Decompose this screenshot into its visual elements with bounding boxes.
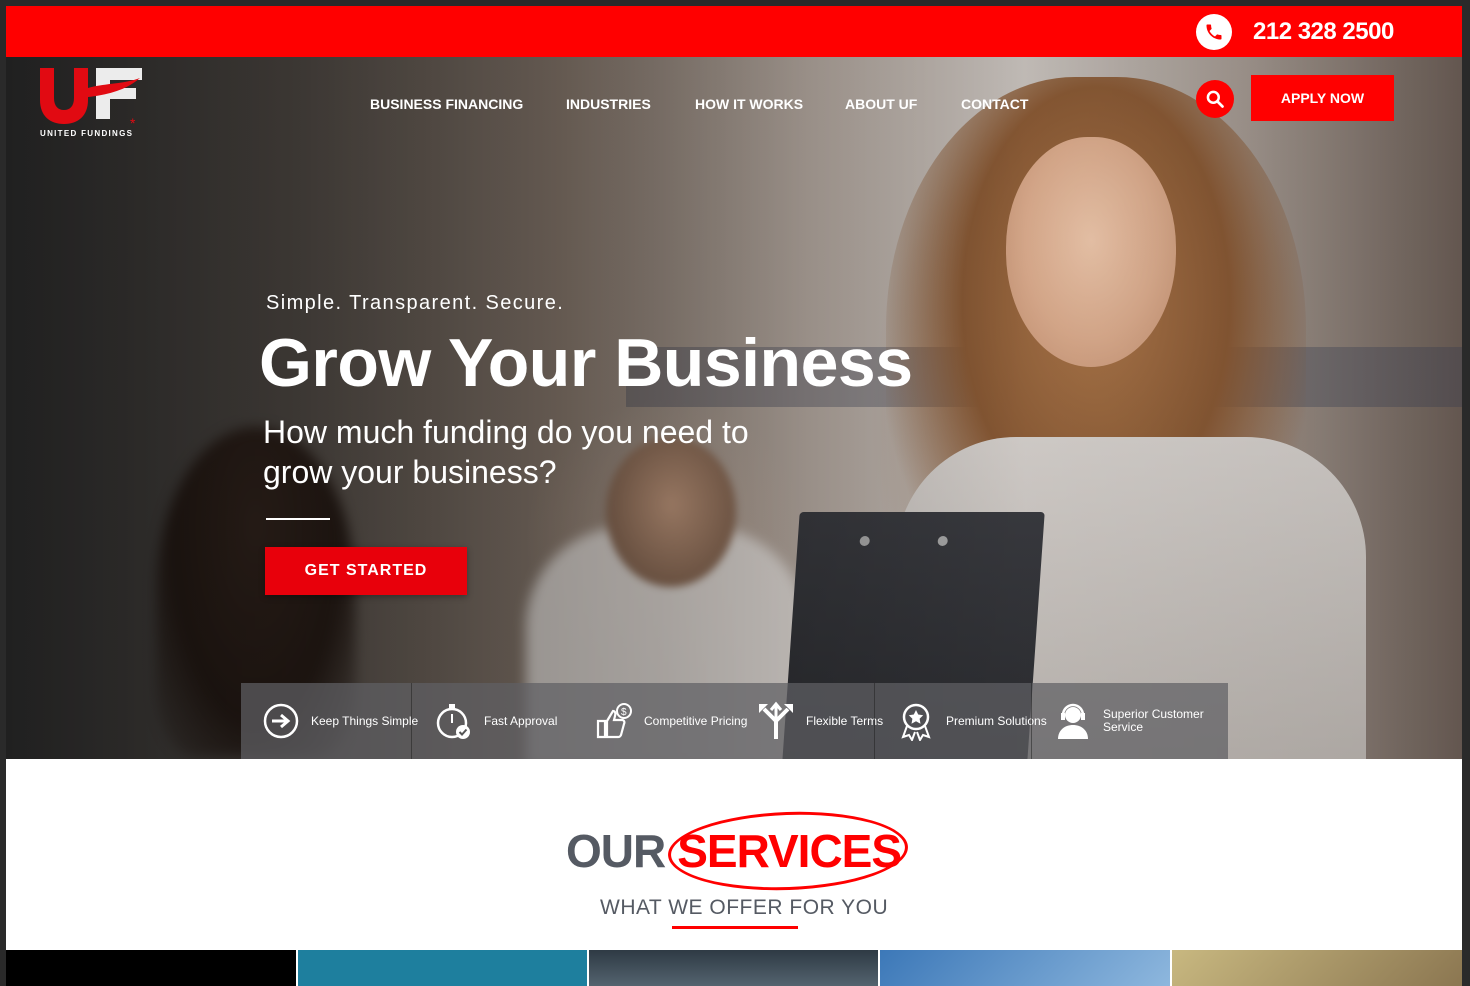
feature-label: Keep Things Simple: [311, 713, 419, 728]
services-title: OUR SERVICES: [566, 824, 902, 878]
feature-keep-things-simple: Keep Things Simple: [261, 683, 421, 759]
hero-headline: Grow Your Business: [259, 325, 913, 401]
service-tile-3[interactable]: [589, 950, 878, 986]
svg-text:$: $: [621, 707, 627, 718]
feature-label: Competitive Pricing: [644, 713, 748, 728]
feature-premium-solutions: Premium Solutions: [896, 683, 1056, 759]
headset-agent-icon: [1053, 701, 1093, 741]
feature-divider: [874, 683, 875, 759]
services-underline: [672, 926, 798, 929]
nav-business-financing[interactable]: BUSINESS FINANCING: [370, 96, 523, 112]
stopwatch-icon: [434, 701, 474, 741]
services-title-left: OUR: [566, 825, 666, 877]
nav-contact[interactable]: CONTACT: [961, 96, 1028, 112]
phone-number-link[interactable]: 212 328 2500: [1253, 18, 1394, 46]
apply-now-button[interactable]: APPLY NOW: [1251, 75, 1394, 121]
hero-divider: [266, 518, 330, 520]
nav-industries[interactable]: INDUSTRIES: [566, 96, 651, 112]
thumbs-up-dollar-icon: $: [594, 701, 634, 741]
award-badge-icon: [896, 701, 936, 741]
feature-label: Superior Customer Service: [1103, 707, 1204, 734]
services-subtitle: WHAT WE OFFER FOR YOU: [600, 896, 889, 919]
search-icon: [1206, 90, 1224, 108]
logo-text: UNITED FUNDINGS: [40, 129, 134, 138]
search-button[interactable]: [1196, 80, 1234, 118]
hero-section: [6, 57, 1462, 759]
feature-flexible-terms: Flexible Terms: [756, 683, 916, 759]
service-tile-1[interactable]: [6, 950, 296, 986]
phone-icon[interactable]: [1196, 14, 1232, 50]
feature-fast-approval: Fast Approval: [434, 683, 594, 759]
arrow-circle-icon: [261, 701, 301, 741]
feature-divider: [411, 683, 412, 759]
hero-subheadline: How much funding do you need to grow you…: [263, 414, 749, 490]
nav-about-uf[interactable]: ABOUT UF: [845, 96, 917, 112]
service-tile-4[interactable]: [880, 950, 1170, 986]
features-strip: Keep Things Simple Fast Approval $ Compe…: [241, 683, 1228, 759]
services-title-right: SERVICES: [677, 825, 902, 877]
feature-competitive-pricing: $ Competitive Pricing: [594, 683, 754, 759]
browser-viewport: 212 328 2500 * UNITED FUNDINGS BUSINESS …: [6, 6, 1462, 986]
nav-how-it-works[interactable]: HOW IT WORKS: [695, 96, 803, 112]
feature-superior-customer-service: Superior Customer Service: [1053, 683, 1233, 759]
hero-tagline: Simple. Transparent. Secure.: [266, 292, 565, 314]
get-started-button[interactable]: GET STARTED: [265, 547, 467, 595]
service-tile-2[interactable]: [298, 950, 587, 986]
feature-divider: [1031, 683, 1032, 759]
split-arrows-icon: [756, 701, 796, 741]
hero-overlay: [6, 57, 1462, 759]
feature-label: Premium Solutions: [946, 713, 1047, 728]
feature-label: Fast Approval: [484, 713, 558, 728]
service-tile-5[interactable]: [1172, 950, 1462, 986]
top-contact-bar: 212 328 2500: [6, 6, 1462, 57]
